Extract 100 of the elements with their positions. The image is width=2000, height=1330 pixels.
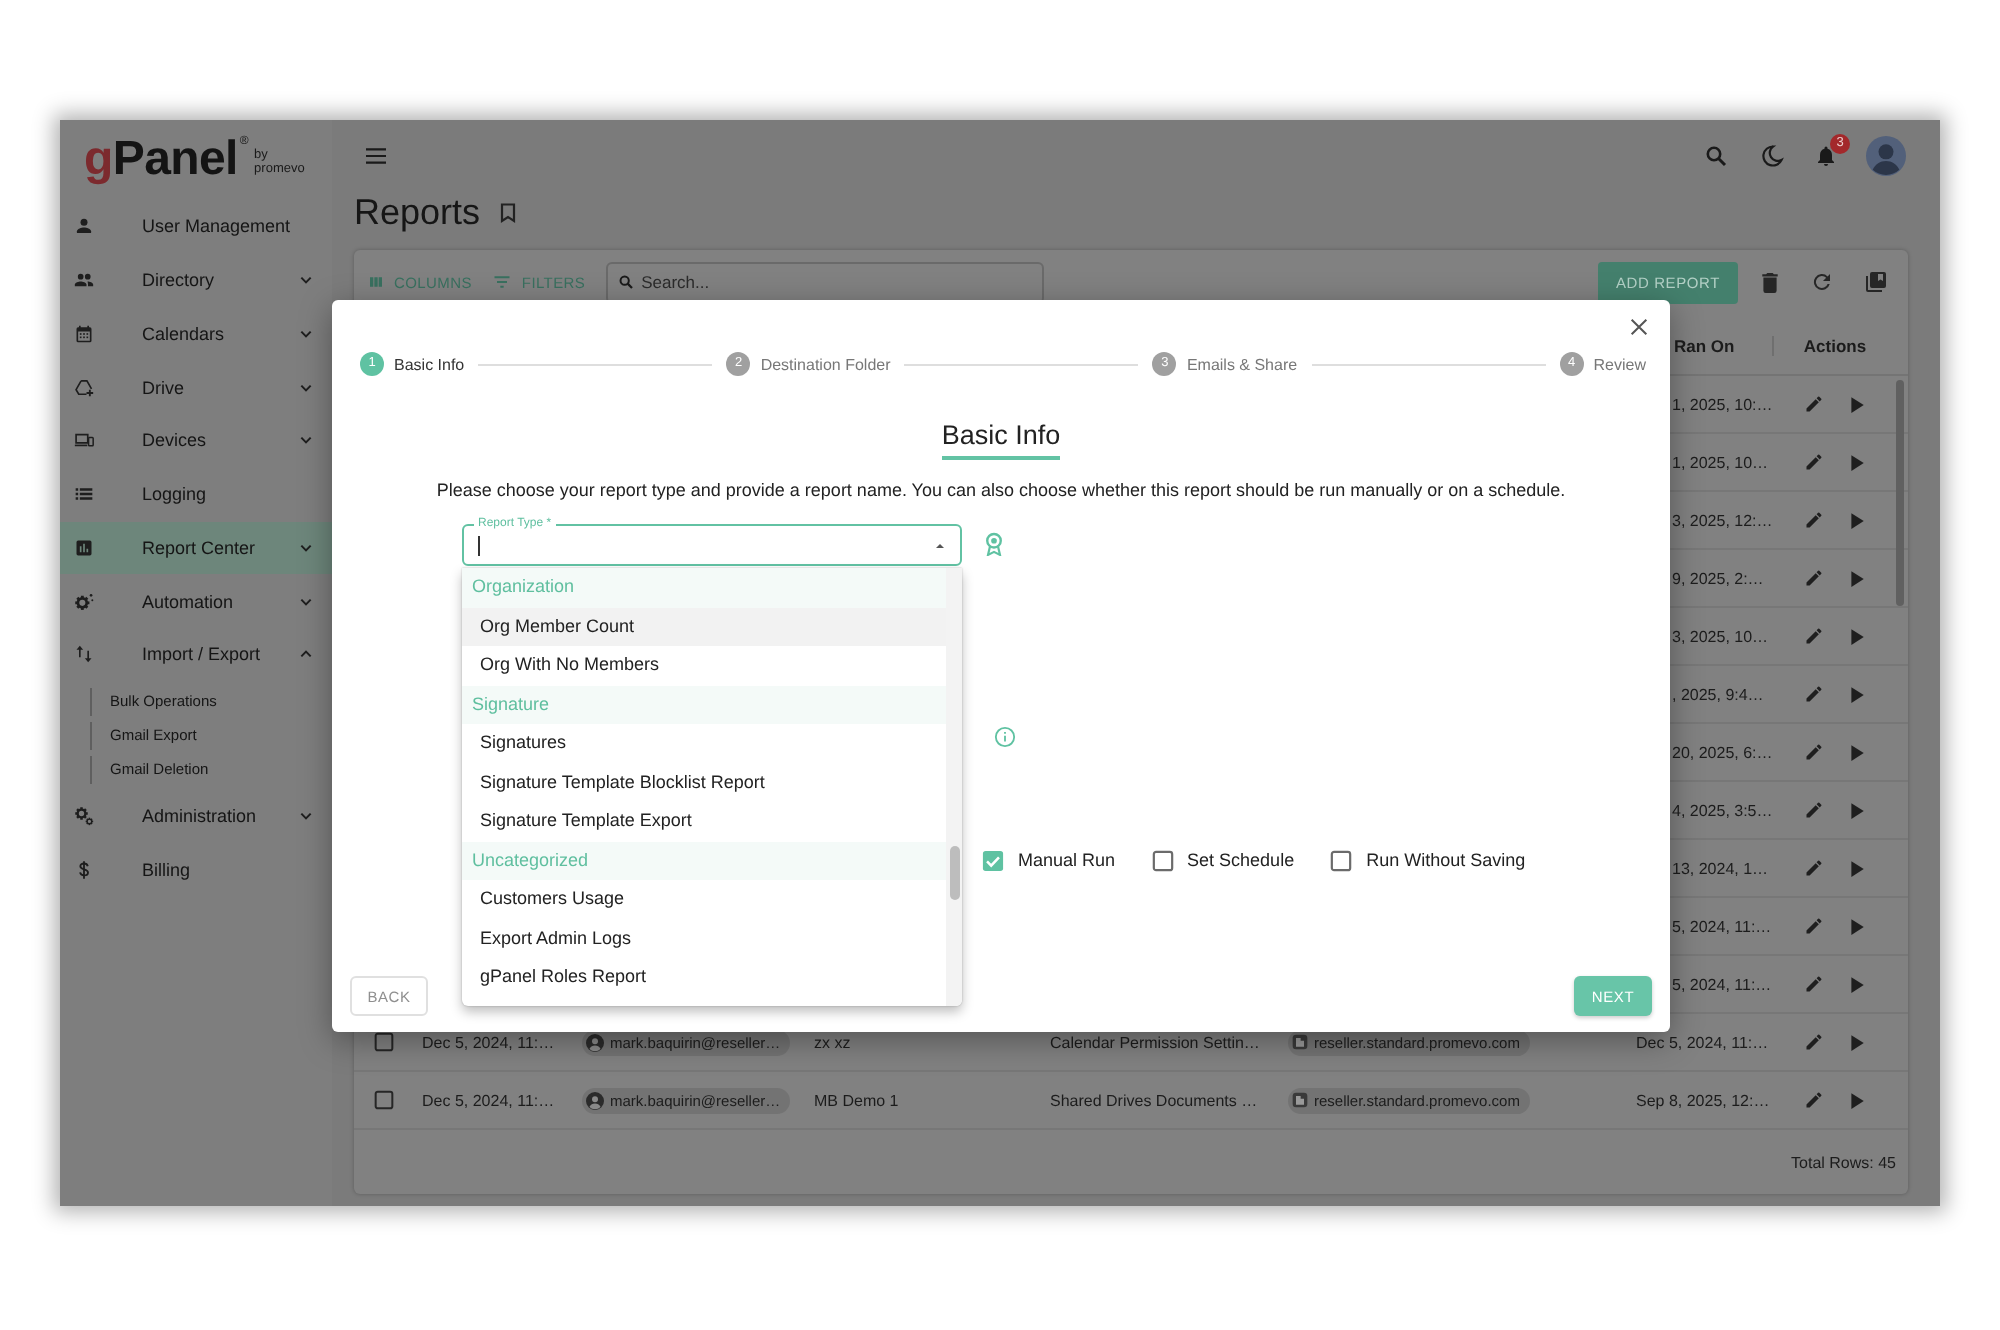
bell-icon[interactable]	[1814, 144, 1838, 168]
table-cell-text: 1, 2025, 10…	[1670, 453, 1771, 471]
step-label: Destination Folder	[760, 355, 891, 373]
play-icon[interactable]	[1848, 395, 1866, 413]
nav-item[interactable]: Drive	[60, 360, 332, 414]
collection-icon[interactable]	[1864, 270, 1888, 294]
checkbox[interactable]	[1330, 849, 1353, 871]
edit-icon[interactable]	[1804, 858, 1824, 878]
avatar-icon[interactable]	[1866, 136, 1906, 176]
drive-icon	[74, 377, 94, 398]
search-icon[interactable]	[1704, 144, 1728, 168]
close-icon[interactable]	[1628, 316, 1650, 338]
page-title: Reports	[354, 192, 481, 232]
table-cell-text: Calendar Permission Settin…	[1048, 1033, 1262, 1051]
moon-icon[interactable]	[1760, 144, 1784, 168]
table-cell-text: Dec 5, 2024, 11:…	[1634, 1033, 1771, 1051]
edit-icon[interactable]	[1804, 1090, 1824, 1110]
nav-item[interactable]: Administration	[60, 789, 332, 843]
dropdown-option[interactable]: Org With No Members	[462, 646, 946, 685]
nav-item[interactable]: Directory	[60, 253, 332, 307]
table-cell-text: Shared Drives Documents …	[1048, 1091, 1260, 1109]
play-icon[interactable]	[1848, 685, 1866, 703]
dropdown-option[interactable]: Signature Template Export	[462, 802, 946, 841]
person-icon	[74, 216, 94, 237]
checkbox[interactable]	[982, 849, 1004, 871]
nav-item[interactable]: Billing	[60, 843, 332, 897]
play-icon[interactable]	[1848, 453, 1866, 471]
refresh-icon[interactable]	[1810, 270, 1834, 294]
dropdown-option[interactable]: Export Admin Logs	[462, 919, 946, 958]
people-icon	[74, 270, 94, 291]
scrollbar-thumb[interactable]	[949, 846, 959, 900]
edit-icon[interactable]	[1804, 510, 1824, 530]
play-icon[interactable]	[1848, 917, 1866, 935]
play-icon[interactable]	[1848, 627, 1866, 645]
play-icon[interactable]	[1848, 569, 1866, 587]
nav-item[interactable]: Logging	[60, 467, 332, 521]
table-cell-text: 3, 2025, 10…	[1670, 627, 1771, 645]
play-icon[interactable]	[1848, 743, 1866, 761]
dropdown-option[interactable]: Customers Usage	[462, 880, 946, 919]
checkbox[interactable]	[374, 1090, 394, 1110]
edit-icon[interactable]	[1804, 394, 1824, 414]
columns-icon	[368, 274, 384, 290]
gear-icon	[74, 591, 94, 612]
avatar-icon	[586, 1091, 604, 1109]
search-icon	[617, 274, 634, 290]
play-icon[interactable]	[1848, 975, 1866, 993]
nav-item[interactable]: Report Center	[60, 521, 332, 575]
dialog-heading: Basic Info	[941, 420, 1061, 460]
trash-icon[interactable]	[1760, 271, 1780, 293]
checkbox-label: Set Schedule	[1187, 850, 1295, 870]
scrollbar-track[interactable]	[946, 568, 962, 1006]
play-icon[interactable]	[1848, 1091, 1866, 1109]
nav-item[interactable]: Calendars	[60, 307, 332, 361]
edit-icon[interactable]	[1804, 452, 1824, 472]
checkbox[interactable]	[374, 1032, 394, 1052]
checkbox-label: Manual Run	[1018, 850, 1116, 870]
edit-icon[interactable]	[1804, 684, 1824, 704]
building-icon	[1292, 1092, 1308, 1108]
scrollbar-thumb[interactable]	[1896, 380, 1904, 606]
nav-item[interactable]: Import / Export	[60, 628, 332, 682]
edit-icon[interactable]	[1804, 568, 1824, 588]
filter-icon	[491, 272, 512, 292]
table-cell-text: Dec 5, 2024, 11:…	[420, 1033, 557, 1051]
checkbox[interactable]	[1151, 849, 1174, 871]
gears-icon	[74, 806, 94, 827]
building-icon	[1292, 1034, 1308, 1050]
step-label: Review	[1593, 355, 1646, 373]
dropdown-option[interactable]: Org Member Count	[462, 607, 946, 646]
table-cell-text: , 2025, 9:4…	[1670, 685, 1766, 703]
column-header: Actions	[1772, 335, 1896, 355]
avatar-icon	[586, 1033, 604, 1051]
award-icon	[984, 532, 1004, 556]
edit-icon[interactable]	[1804, 742, 1824, 762]
table-cell-text: Sep 8, 2025, 12:…	[1634, 1091, 1772, 1109]
logo-wordmark: gPanel$^{®}$	[84, 134, 249, 186]
table-cell-text: 3, 2025, 12:…	[1670, 511, 1772, 529]
bar-chart-icon	[74, 537, 94, 558]
play-icon[interactable]	[1848, 859, 1866, 877]
play-icon[interactable]	[1848, 511, 1866, 529]
nav-item[interactable]: User Management	[60, 200, 332, 254]
edit-icon[interactable]	[1804, 974, 1824, 994]
play-icon[interactable]	[1848, 1033, 1866, 1051]
dollar-icon	[74, 859, 94, 880]
dropdown-option[interactable]: Signature Template Blocklist Report	[462, 763, 946, 802]
table-cell-text: 13, 2024, 1…	[1670, 859, 1771, 877]
info-icon	[993, 725, 1015, 747]
table-cell-text: 5, 2024, 11:…	[1670, 917, 1772, 935]
dropdown-option[interactable]: gPanel Roles Report	[462, 958, 946, 997]
dropdown-option[interactable]: Signatures	[462, 724, 946, 763]
edit-icon[interactable]	[1804, 800, 1824, 820]
nav-item[interactable]: Devices	[60, 414, 332, 468]
nav-item[interactable]: Automation	[60, 574, 332, 628]
bookmark-icon[interactable]	[500, 201, 517, 223]
edit-icon[interactable]	[1804, 1032, 1824, 1052]
menu-icon[interactable]	[366, 148, 386, 164]
play-icon[interactable]	[1848, 801, 1866, 819]
edit-icon[interactable]	[1804, 916, 1824, 936]
edit-icon[interactable]	[1804, 626, 1824, 646]
step-label: Basic Info	[394, 355, 465, 373]
option-group-header: Uncategorized	[462, 841, 946, 880]
